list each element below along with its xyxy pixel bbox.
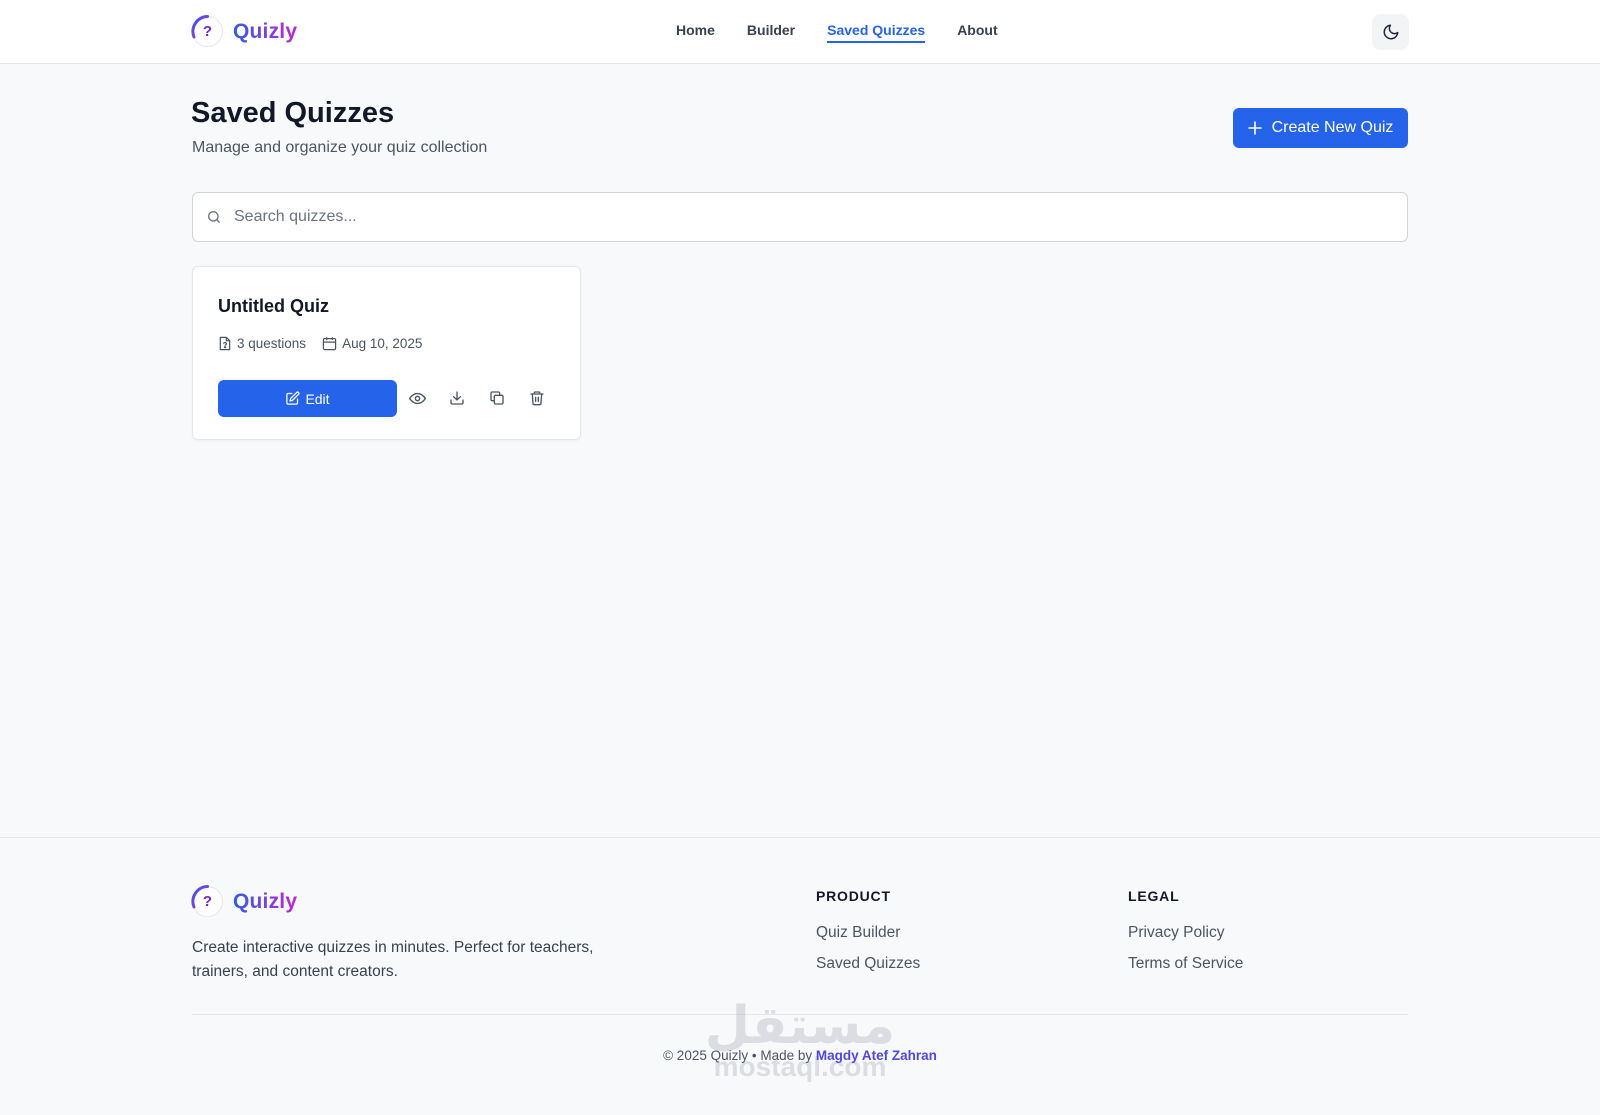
copyright-text: © 2025 Quizly • Made by Magdy Atef Zahra… xyxy=(0,1048,1600,1063)
quiz-title[interactable]: Untitled Quiz xyxy=(218,296,329,317)
footer-description: Create interactive quizzes in minutes. P… xyxy=(192,939,594,980)
quiz-meta: 3 questions Aug 10, 2025 xyxy=(218,336,422,351)
footer-brand-name: Quizly xyxy=(233,889,298,913)
watermark-arabic: مستقل xyxy=(704,996,896,1056)
copy-icon xyxy=(490,391,504,405)
copyright-prefix: © 2025 Quizly • Made by xyxy=(663,1048,816,1063)
main-nav: Home Builder Saved Quizzes About xyxy=(676,22,998,43)
preview-quiz-button[interactable] xyxy=(406,387,428,409)
top-navbar: ? Quizly Home Builder Saved Quizzes Abou… xyxy=(0,0,1600,64)
delete-quiz-button[interactable] xyxy=(526,387,548,409)
theme-toggle-button[interactable] xyxy=(1372,14,1409,50)
footer-product-heading: PRODUCT xyxy=(816,888,891,904)
duplicate-quiz-button[interactable] xyxy=(486,387,508,409)
nav-home[interactable]: Home xyxy=(676,22,715,43)
quiz-question-count: 3 questions xyxy=(218,336,306,351)
quiz-date-text: Aug 10, 2025 xyxy=(342,336,423,351)
footer-logo-question-mark: ? xyxy=(202,893,213,910)
nav-about[interactable]: About xyxy=(957,22,997,43)
download-icon xyxy=(450,391,464,405)
eye-icon xyxy=(408,392,426,404)
footer-logo-mark-icon: ? xyxy=(191,885,224,918)
quiz-date: Aug 10, 2025 xyxy=(322,336,422,351)
create-new-quiz-label: Create New Quiz xyxy=(1271,119,1394,136)
search-input[interactable] xyxy=(234,208,1384,226)
search-bar xyxy=(192,192,1408,242)
page-subtitle: Manage and organize your quiz collection xyxy=(192,139,488,156)
footer-legal-column: LEGAL Privacy Policy Terms of Service xyxy=(1128,888,1243,986)
plus-icon xyxy=(1247,121,1262,135)
nav-builder[interactable]: Builder xyxy=(747,22,795,43)
brand-name: Quizly xyxy=(233,19,298,43)
brand-logo[interactable]: ? Quizly xyxy=(191,15,297,48)
footer-product-column: PRODUCT Quiz Builder Saved Quizzes xyxy=(816,888,920,986)
calendar-icon xyxy=(322,337,337,351)
logo-question-mark: ? xyxy=(202,23,213,40)
download-quiz-button[interactable] xyxy=(446,387,468,409)
create-new-quiz-button[interactable]: Create New Quiz xyxy=(1233,108,1408,148)
author-link[interactable]: Magdy Atef Zahran xyxy=(816,1048,937,1063)
footer-legal-heading: LEGAL xyxy=(1128,888,1180,904)
edit-quiz-button[interactable]: Edit xyxy=(218,380,397,417)
trash-icon xyxy=(530,391,544,406)
footer-link-quiz-builder[interactable]: Quiz Builder xyxy=(816,924,920,942)
footer-link-privacy-policy[interactable]: Privacy Policy xyxy=(1128,924,1243,942)
edit-icon xyxy=(286,391,300,405)
quiz-card: Untitled Quiz 3 questions Aug 10, 2025 E… xyxy=(192,266,581,440)
nav-saved-quizzes[interactable]: Saved Quizzes xyxy=(827,22,926,43)
file-question-icon xyxy=(219,336,231,351)
footer-link-saved-quizzes[interactable]: Saved Quizzes xyxy=(816,955,920,973)
footer-brand-logo[interactable]: ? Quizly xyxy=(191,885,297,918)
logo-mark-icon: ? xyxy=(191,15,224,48)
search-icon xyxy=(208,211,220,223)
moon-icon xyxy=(1383,24,1398,40)
footer-link-terms-of-service[interactable]: Terms of Service xyxy=(1128,955,1243,973)
quiz-questions-text: 3 questions xyxy=(237,336,307,351)
edit-label: Edit xyxy=(305,390,330,407)
page-title: Saved Quizzes xyxy=(191,97,395,129)
